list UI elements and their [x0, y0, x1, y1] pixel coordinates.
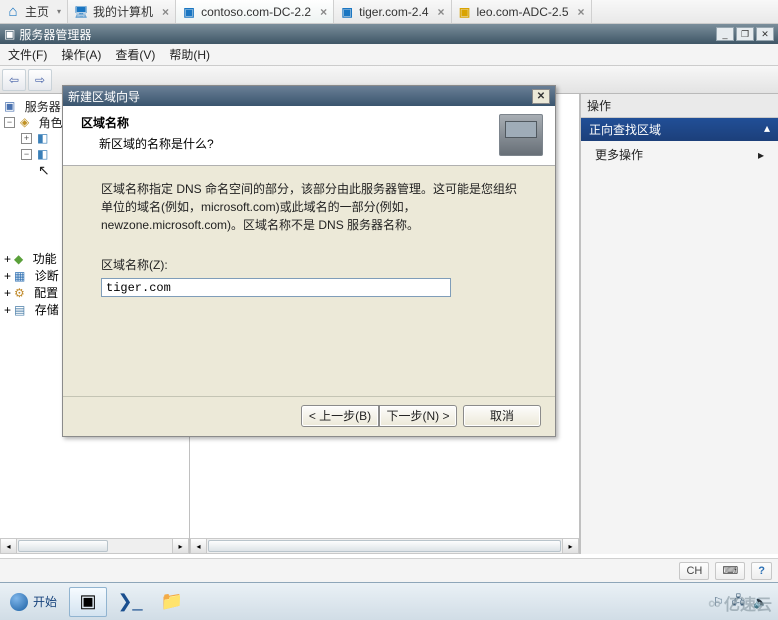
scroll-right-arrow[interactable]: ▸ [172, 539, 188, 553]
taskbar-server-manager[interactable]: ▣ [69, 587, 107, 617]
maximize-button[interactable]: ❐ [736, 27, 754, 41]
ime-option-icon[interactable]: ⌨ [715, 562, 745, 580]
wizard-image [499, 114, 543, 156]
tab-label: contoso.com-DC-2.2 [201, 5, 311, 19]
close-icon[interactable]: × [578, 5, 585, 19]
forward-button[interactable]: ⇨ [28, 69, 52, 91]
zone-name-label: 区域名称(Z): [101, 256, 517, 273]
wizard-description: 区域名称指定 DNS 命名空间的部分，该部分由此服务器管理。这可能是您组织单位的… [101, 180, 517, 234]
window-title: 服务器管理器 [19, 26, 91, 43]
tab-label: 主页 [25, 3, 49, 20]
tab-contoso[interactable]: contoso.com-DC-2.2 × [176, 0, 334, 23]
menu-bar: 文件(F) 操作(A) 查看(V) 帮助(H) [0, 44, 778, 66]
taskbar-powershell[interactable]: ❯_ [111, 587, 149, 617]
home-icon [6, 5, 20, 19]
scrollbar-horizontal[interactable]: ◂ ▸ [190, 538, 579, 554]
back-button[interactable]: ⇦ [2, 69, 26, 91]
wizard-body: 区域名称指定 DNS 命名空间的部分，该部分由此服务器管理。这可能是您组织单位的… [63, 166, 555, 396]
next-button[interactable]: 下一步(N) > [379, 405, 457, 427]
wizard-titlebar[interactable]: 新建区域向导 ✕ [63, 86, 555, 106]
menu-file[interactable]: 文件(F) [8, 46, 47, 63]
actions-zone-header: 正向查找区域▴ [581, 118, 778, 141]
taskbar-explorer[interactable]: 📁 [153, 587, 191, 617]
start-button[interactable]: 开始 [0, 583, 67, 620]
help-icon[interactable]: ? [751, 562, 772, 580]
scrollbar-horizontal[interactable]: ◂ ▸ [0, 538, 189, 554]
browser-tabs: 主页▾ 我的计算机 × contoso.com-DC-2.2 × tiger.com… [0, 0, 778, 24]
wizard-header: 区域名称 新区域的名称是什么? [63, 106, 555, 166]
tab-label: leo.com-ADC-2.5 [477, 5, 569, 19]
pc-icon [74, 5, 88, 19]
ime-indicator[interactable]: CH [679, 562, 709, 580]
wizard-title-text: 新建区域向导 [68, 88, 140, 105]
close-icon[interactable]: × [320, 5, 327, 19]
scroll-right-arrow[interactable]: ▸ [562, 539, 578, 553]
app-icon [4, 27, 19, 41]
scroll-left-arrow[interactable]: ◂ [191, 539, 207, 553]
close-button[interactable]: ✕ [756, 27, 774, 41]
server-icon [340, 5, 354, 19]
back-button[interactable]: < 上一步(B) [301, 405, 379, 427]
actions-pane: 操作 正向查找区域▴ 更多操作▸ [580, 94, 778, 554]
menu-help[interactable]: 帮助(H) [169, 46, 210, 63]
close-icon[interactable]: × [438, 5, 445, 19]
minimize-button[interactable]: _ [716, 27, 734, 41]
menu-action[interactable]: 操作(A) [61, 46, 101, 63]
actions-header: 操作 [581, 94, 778, 118]
watermark: 亿速云 [708, 591, 772, 615]
tab-mypc[interactable]: 我的计算机 × [68, 0, 176, 23]
actions-more[interactable]: 更多操作▸ [581, 141, 778, 168]
scroll-thumb[interactable] [18, 540, 108, 552]
server-icon [458, 5, 472, 19]
wizard-footer: < 上一步(B) 下一步(N) > 取消 [63, 396, 555, 436]
wizard-subheading: 新区域的名称是什么? [99, 135, 487, 152]
wizard-close-button[interactable]: ✕ [532, 89, 550, 104]
tab-home[interactable]: 主页▾ [0, 0, 68, 23]
close-icon[interactable]: × [162, 5, 169, 19]
window-titlebar: 服务器管理器 _ ❐ ✕ [0, 24, 778, 44]
tab-tiger[interactable]: tiger.com-2.4 × [334, 0, 451, 23]
start-orb-icon [10, 593, 28, 611]
menu-view[interactable]: 查看(V) [115, 46, 155, 63]
zone-name-input[interactable] [101, 278, 451, 297]
tab-leo[interactable]: leo.com-ADC-2.5 × [452, 0, 592, 23]
scroll-thumb[interactable] [208, 540, 561, 552]
wizard-heading: 区域名称 [81, 114, 487, 131]
status-bar: CH ⌨ ? [0, 558, 778, 582]
new-zone-wizard: 新建区域向导 ✕ 区域名称 新区域的名称是什么? 区域名称指定 DNS 命名空间… [62, 85, 556, 437]
server-icon [182, 5, 196, 19]
taskbar: 开始 ▣ ❯_ 📁 ⚐ 🖧 🔈 亿速云 [0, 582, 778, 620]
scroll-left-arrow[interactable]: ◂ [1, 539, 17, 553]
tab-label: 我的计算机 [93, 3, 153, 20]
cancel-button[interactable]: 取消 [463, 405, 541, 427]
tab-label: tiger.com-2.4 [359, 5, 428, 19]
